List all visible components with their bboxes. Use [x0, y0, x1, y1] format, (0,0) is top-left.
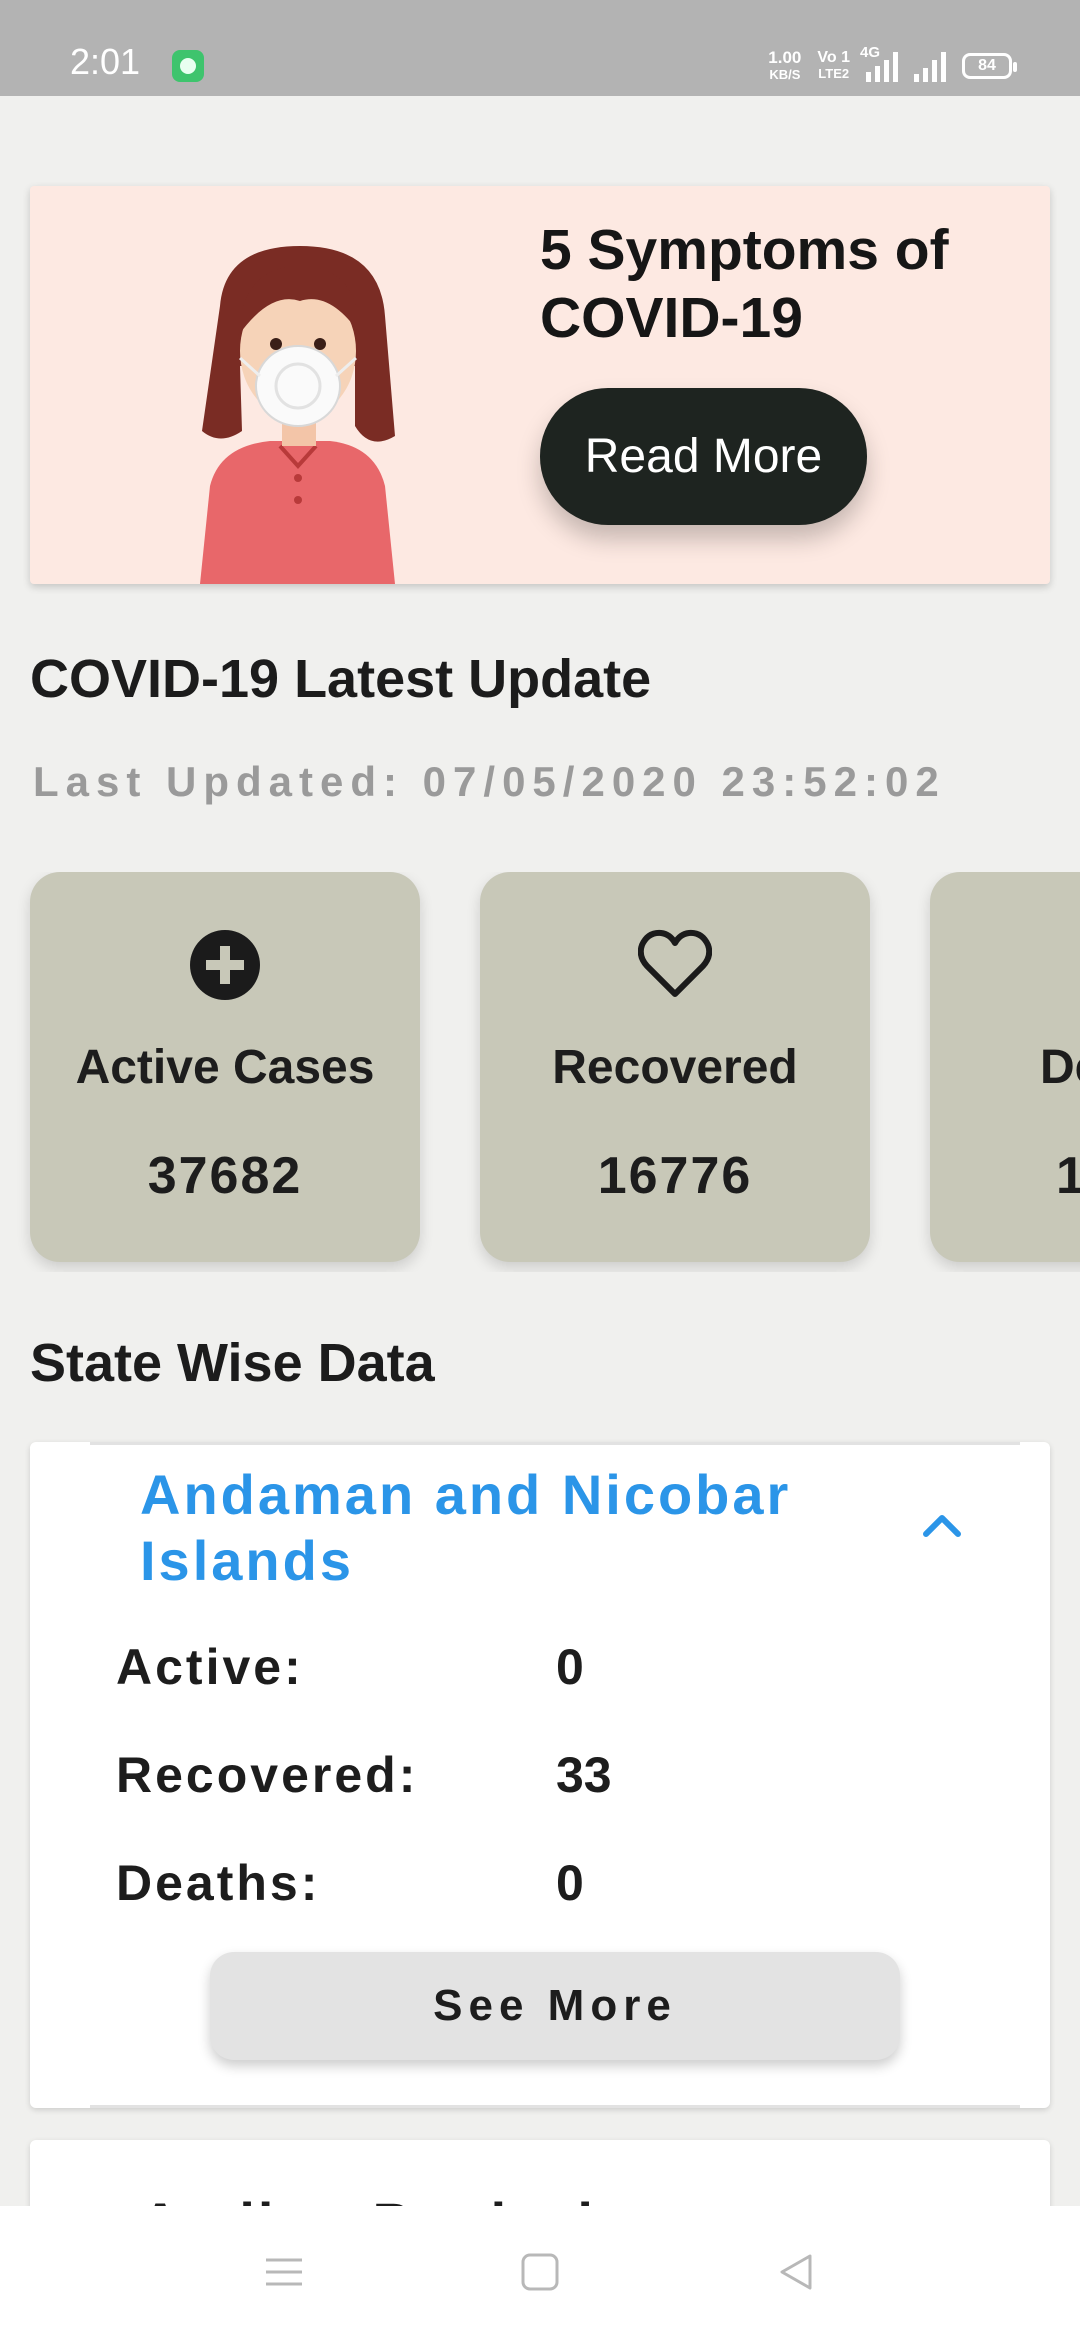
woman-wearing-mask-illustration — [200, 246, 395, 584]
stat-label: Active Cases — [75, 1041, 375, 1094]
latest-update-heading: COVID-19 Latest Update — [30, 649, 652, 709]
battery-icon: 84 — [962, 53, 1017, 79]
stat-label: De — [1040, 1041, 1080, 1094]
card-divider — [90, 2105, 1020, 2108]
state-card: Andaman and Nicobar Islands Active: 0 Re… — [30, 1442, 1050, 2108]
active-label: Active: — [116, 1639, 304, 1695]
back-triangle-icon[interactable] — [774, 2250, 818, 2294]
network-speed-value: 1.00 — [768, 48, 802, 67]
stat-value: 1 — [1056, 1147, 1080, 1205]
banner-title: 5 Symptoms of COVID-19 — [540, 218, 949, 350]
volte-top: Vo 1 — [817, 49, 850, 66]
battery-level: 84 — [978, 57, 996, 74]
network-type: 4G — [860, 44, 881, 61]
signal-icon — [914, 50, 946, 82]
read-more-button[interactable]: Read More — [540, 388, 867, 525]
see-more-button[interactable]: See More — [210, 1952, 900, 2060]
signal-icon: 4G — [860, 44, 898, 82]
volte-bottom: LTE2 — [818, 66, 850, 81]
app-screen: 2:01 1.00 KB/S Vo 1 LTE2 4G 84 5 Symptom… — [0, 0, 1080, 2340]
active-cases-card[interactable]: Active Cases 37682 — [30, 872, 420, 1262]
stat-label: Recovered — [552, 1041, 798, 1094]
network-speed-unit: KB/S — [769, 67, 801, 82]
volte-indicator: Vo 1 LTE2 — [817, 50, 850, 82]
recovered-label: Recovered: — [116, 1747, 419, 1803]
status-bar: 2:01 1.00 KB/S Vo 1 LTE2 4G 84 — [0, 0, 1080, 96]
card-divider — [90, 1442, 1020, 1445]
stats-carousel[interactable]: Active Cases 37682 Recovered 16776 De 1 — [0, 872, 1080, 1272]
symptoms-banner: 5 Symptoms of COVID-19 Read More — [30, 186, 1050, 584]
home-square-icon[interactable] — [518, 2250, 562, 2294]
deaths-label: Deaths: — [116, 1855, 321, 1911]
deaths-card[interactable]: De 1 — [930, 872, 1080, 1262]
stat-value: 37682 — [147, 1147, 303, 1205]
network-speed: 1.00 KB/S — [768, 49, 801, 83]
deaths-value: 0 — [556, 1855, 584, 1911]
chat-app-icon — [172, 50, 204, 82]
status-indicators: 1.00 KB/S Vo 1 LTE2 4G 84 — [768, 44, 1017, 86]
menu-icon[interactable] — [262, 2250, 306, 2294]
plus-circle-icon — [190, 930, 260, 1000]
stat-value: 16776 — [597, 1147, 753, 1205]
active-value: 0 — [556, 1639, 584, 1695]
recovered-value: 33 — [556, 1747, 612, 1803]
navigation-bar — [0, 2206, 1080, 2340]
heart-outline-icon — [638, 929, 712, 997]
state-wise-heading: State Wise Data — [30, 1333, 435, 1393]
status-time: 2:01 — [70, 41, 141, 82]
recovered-card[interactable]: Recovered 16776 — [480, 872, 870, 1262]
last-updated-text: Last Updated: 07/05/2020 23:52:02 — [33, 758, 946, 805]
chevron-up-icon[interactable] — [922, 1510, 962, 1540]
state-name[interactable]: Andaman and Nicobar Islands — [140, 1462, 860, 1594]
